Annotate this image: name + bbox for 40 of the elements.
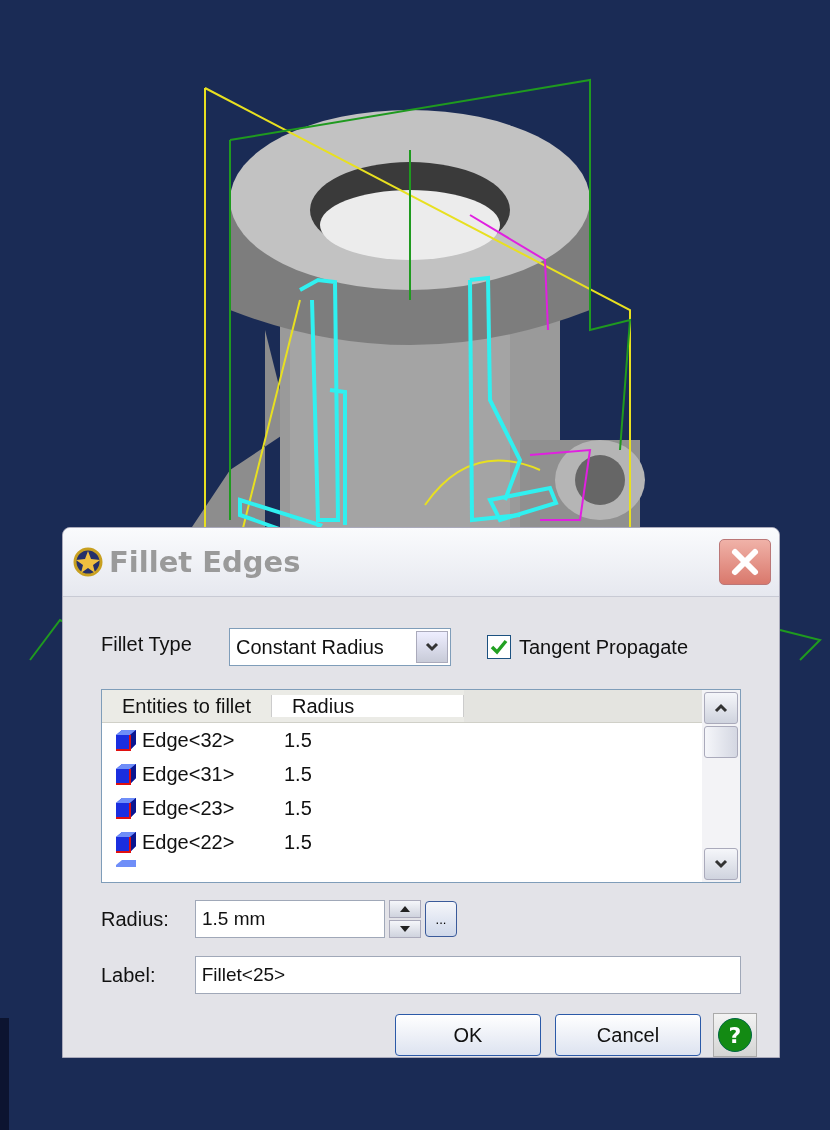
dialog-title: Fillet Edges bbox=[109, 545, 302, 579]
table-cell: Edge<23> bbox=[142, 796, 235, 820]
cube-icon bbox=[114, 763, 138, 785]
field-label: Fillet Type bbox=[101, 632, 193, 656]
down-arrow-icon bbox=[399, 925, 411, 933]
fillet-type-dropdown[interactable]: Constant Radius bbox=[229, 628, 451, 666]
table-cell-text: 1.5 bbox=[283, 762, 312, 786]
field-label: Label: bbox=[101, 963, 157, 987]
table-cell: Edge<31> bbox=[142, 762, 235, 786]
table-cell-text: 1.5 bbox=[283, 830, 312, 854]
down-caret-icon bbox=[714, 859, 728, 869]
table-cell: Edge<32> bbox=[142, 728, 235, 752]
checkbox[interactable] bbox=[487, 635, 511, 659]
help-button[interactable]: ? bbox=[713, 1013, 757, 1057]
dialog-button[interactable]: OK bbox=[395, 1014, 541, 1056]
scroll-thumb[interactable] bbox=[704, 726, 738, 758]
cube-icon bbox=[114, 859, 138, 867]
scrollbar[interactable] bbox=[702, 690, 740, 882]
label-input[interactable]: Fillet<25> bbox=[194, 956, 741, 994]
table-cell: Edge<22> bbox=[142, 830, 235, 854]
radius-input[interactable]: 1.5 mm bbox=[195, 900, 385, 938]
caret-icon bbox=[425, 642, 439, 652]
cube-icon bbox=[114, 831, 138, 853]
close-button[interactable] bbox=[719, 539, 771, 585]
cube-icon bbox=[114, 729, 138, 751]
scroll-up-button[interactable] bbox=[704, 692, 738, 724]
browse-button[interactable]: ... bbox=[425, 901, 457, 937]
dialog-button[interactable]: Cancel bbox=[555, 1014, 701, 1056]
star-logo-icon bbox=[73, 547, 103, 577]
up-arrow-icon bbox=[399, 905, 411, 913]
checkbox-label: Tangent Propagate bbox=[519, 635, 689, 659]
field-label: Radius: bbox=[101, 907, 170, 931]
up-caret-icon bbox=[714, 703, 728, 713]
spin-buttons[interactable] bbox=[389, 900, 421, 938]
cube-icon bbox=[114, 797, 138, 819]
table-cell-text: 1.5 bbox=[283, 728, 312, 752]
close-icon bbox=[730, 547, 760, 577]
table-cell-text: 1.5 bbox=[283, 796, 312, 820]
column-header[interactable]: Radius bbox=[272, 695, 464, 717]
scroll-down-button[interactable] bbox=[704, 848, 738, 880]
